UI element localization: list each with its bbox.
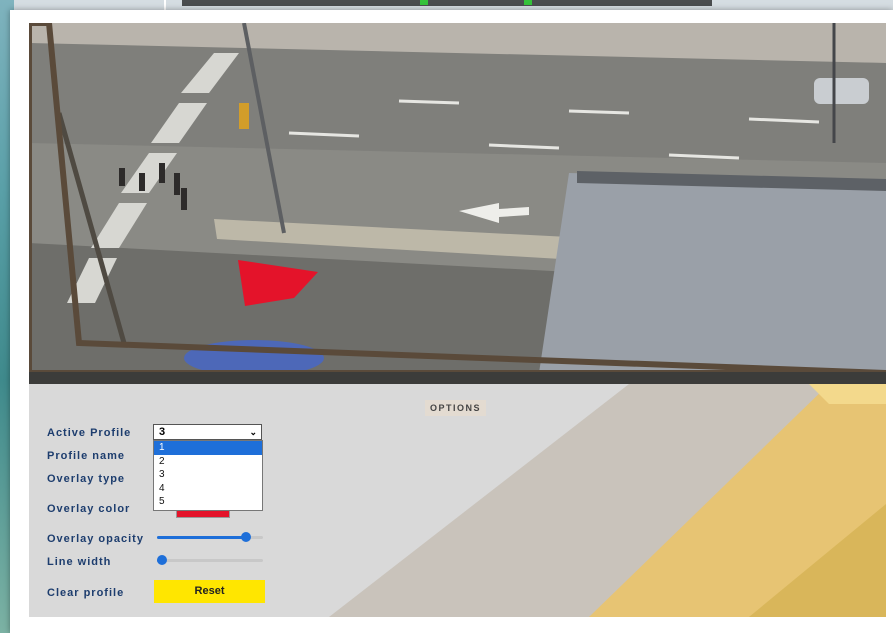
active-profile-value: 3 [159,426,166,438]
line-width-label: Line width [47,556,112,568]
overlay-opacity-slider[interactable] [157,532,263,542]
active-profile-label: Active Profile [47,427,132,439]
active-profile-select[interactable]: 3 ⌄ [153,424,262,440]
line-width-slider[interactable] [157,555,263,565]
camera-image [29,23,886,373]
green-indicator [420,0,428,5]
slider-thumb[interactable] [241,532,251,542]
dropdown-option[interactable]: 5 [154,495,262,509]
profile-name-label: Profile name [47,450,126,462]
camera-frame-border [29,372,886,384]
options-heading: OPTIONS [425,400,486,416]
dropdown-option[interactable]: 1 [154,441,262,455]
active-profile-dropdown[interactable]: 12345 [153,440,263,511]
overlay-opacity-label: Overlay opacity [47,533,144,545]
overlay-color-picker[interactable] [176,511,230,518]
reset-button[interactable]: Reset [154,580,265,603]
green-indicator [524,0,532,5]
chevron-down-icon: ⌄ [249,427,257,437]
clear-profile-label: Clear profile [47,587,125,599]
dropdown-option[interactable]: 2 [154,455,262,469]
slider-thumb[interactable] [157,555,167,565]
dropdown-option[interactable]: 4 [154,482,262,496]
slider-fill [157,536,246,539]
background-window-edge [182,0,712,6]
camera-feed[interactable] [29,23,886,373]
overlay-type-label: Overlay type [47,473,126,485]
dropdown-option[interactable]: 3 [154,468,262,482]
overlay-color-label: Overlay color [47,503,131,515]
slider-track [157,559,263,562]
